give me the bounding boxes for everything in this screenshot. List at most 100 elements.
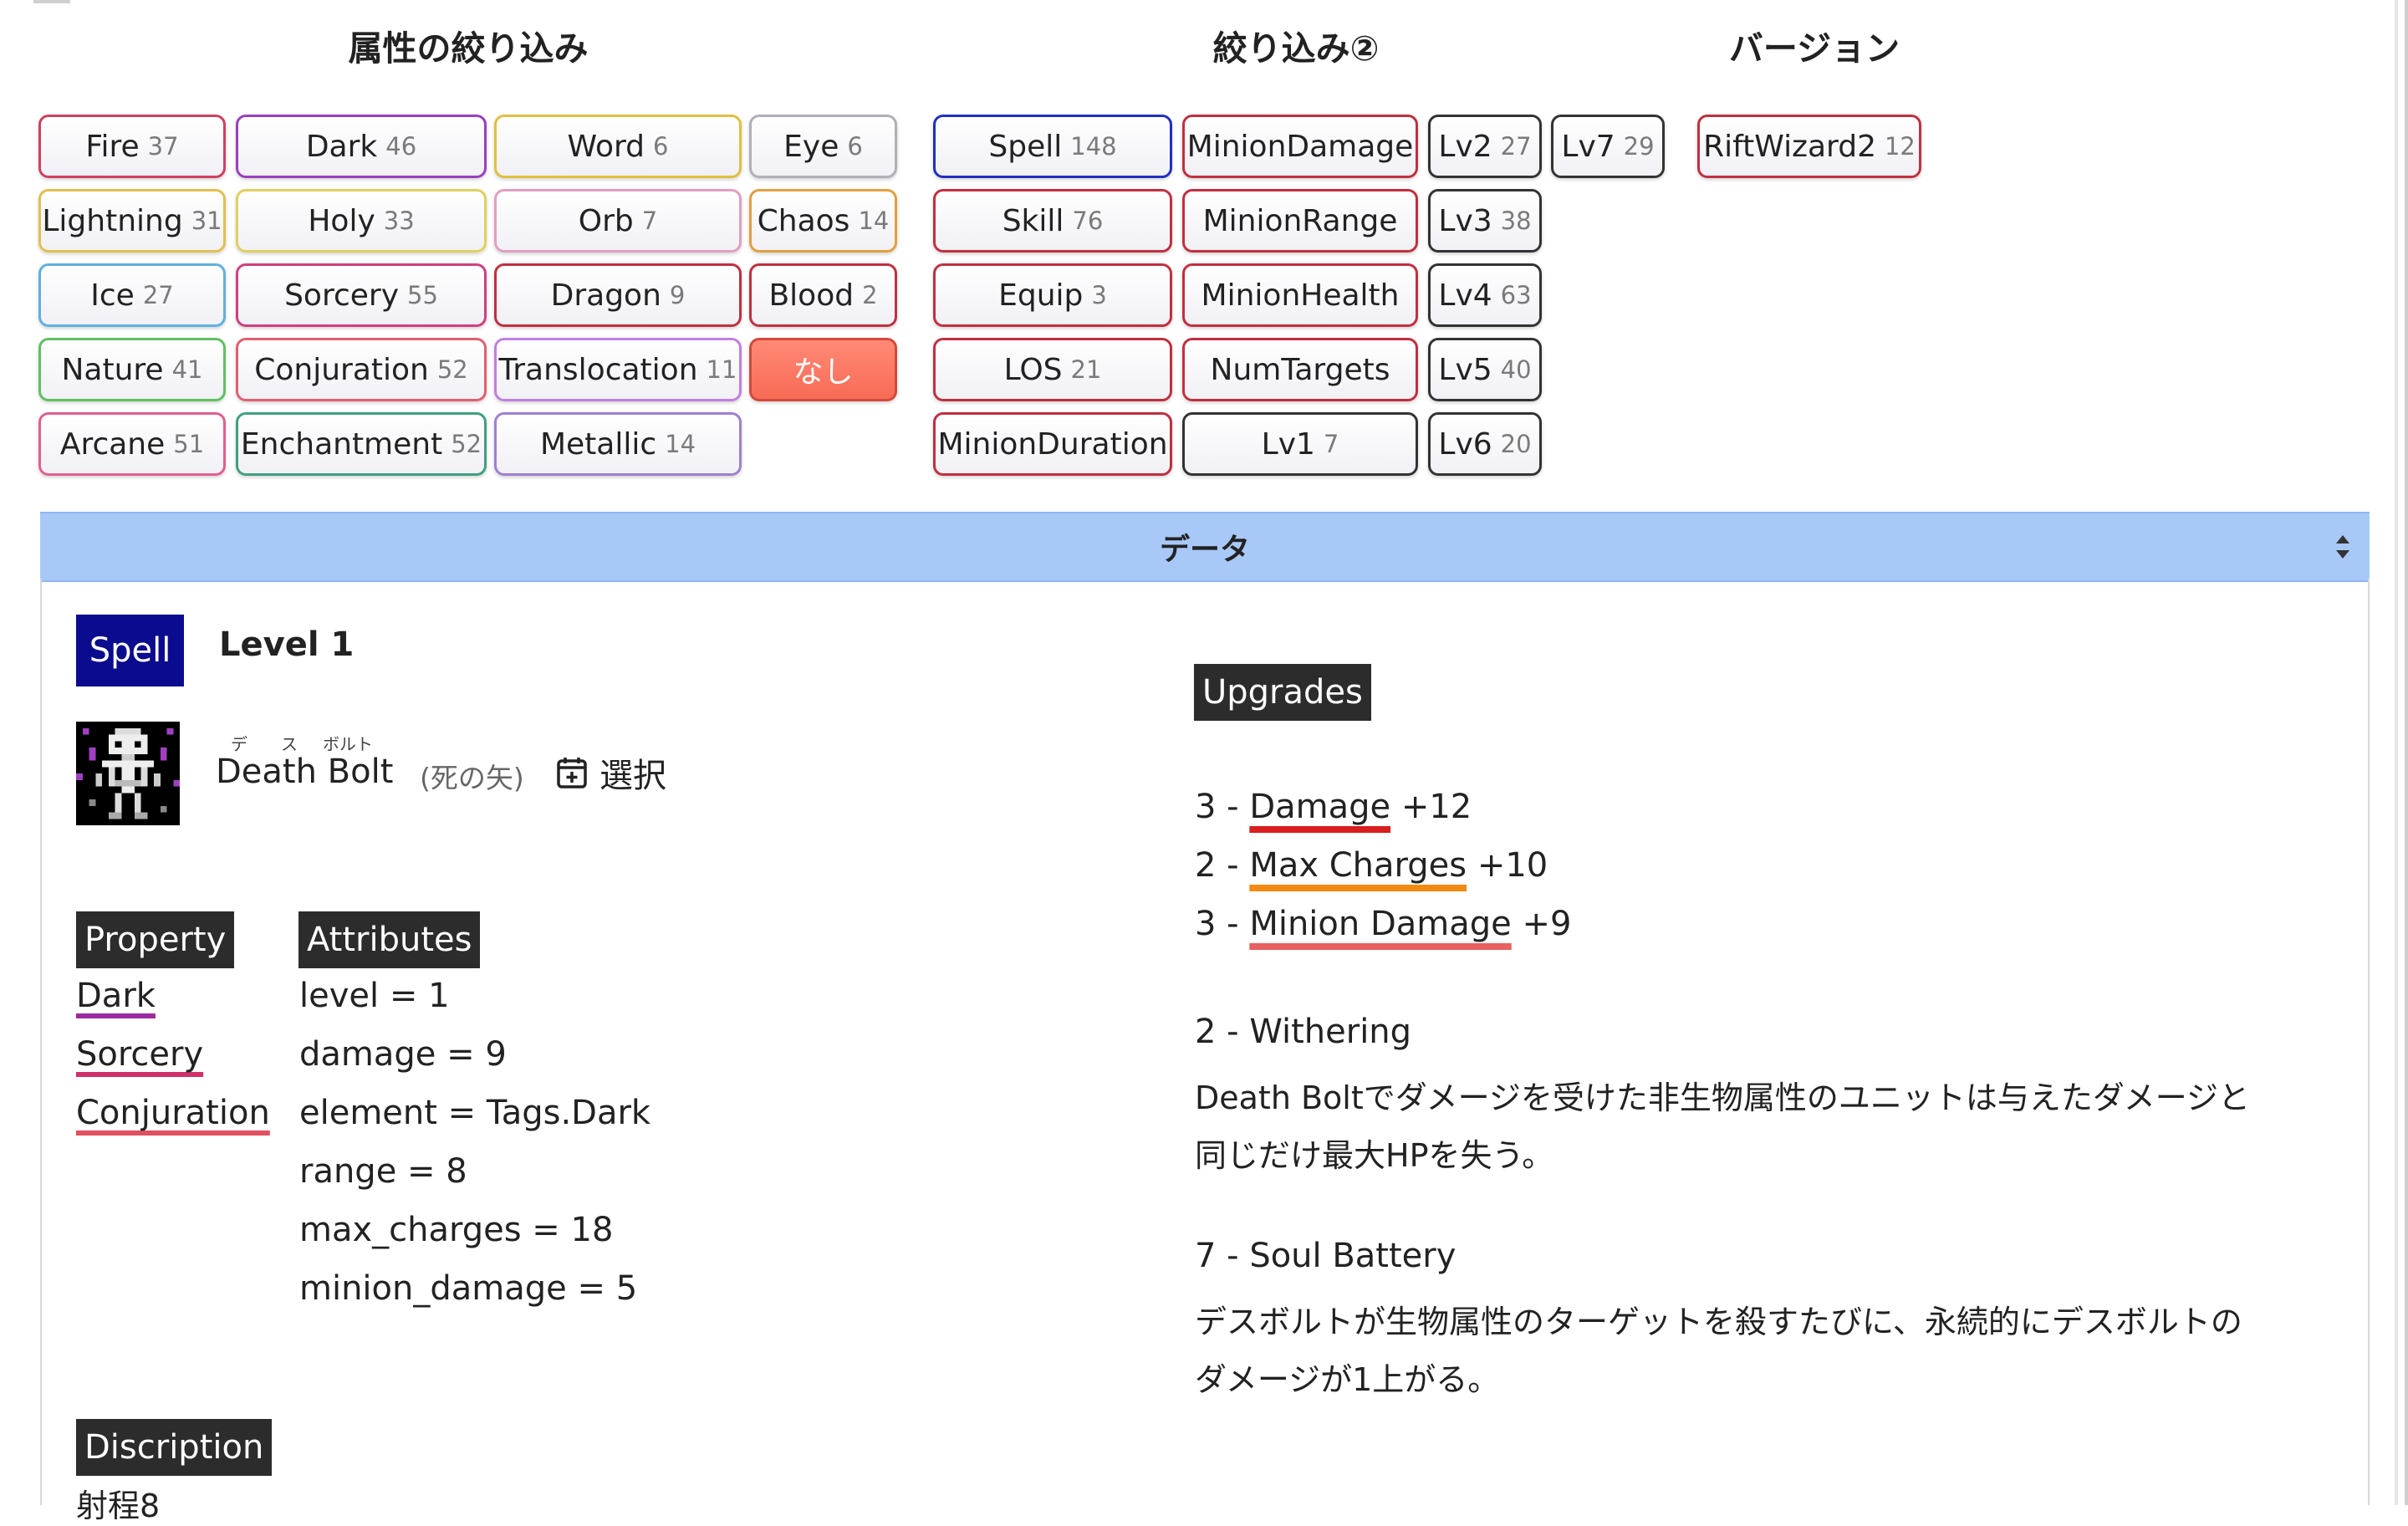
withering-title: 2 - Withering [1195, 1013, 1412, 1051]
upgrade-max-charges: 2 - Max Charges +10 [1195, 846, 1548, 885]
description-text: 射程8 [76, 1488, 161, 1524]
attribute-line: range = 8 [299, 1152, 467, 1191]
chip-label: Lv4 [1438, 278, 1492, 313]
attribute-chip-sorcery[interactable]: Sorcery 55 [236, 263, 487, 327]
upgrade-stat-link[interactable]: Max Charges [1249, 846, 1467, 885]
filter2-chip-lv4[interactable]: Lv4 63 [1428, 263, 1542, 327]
top-scroll-corner [33, 0, 70, 3]
property-header: Property [76, 911, 235, 968]
ruby-boruto: ボルト [323, 734, 373, 754]
attribute-chip-eye[interactable]: Eye 6 [749, 115, 897, 178]
chip-count: 2 [862, 281, 878, 309]
chip-label: RiftWizard2 [1703, 129, 1876, 164]
filter2-chip-minionrange[interactable]: MinionRange [1182, 189, 1418, 253]
upgrade-stat-link[interactable]: Damage [1249, 788, 1390, 826]
chip-label: Word [567, 129, 645, 164]
property-dark[interactable]: Dark [76, 977, 156, 1015]
attribute-line: max_charges = 18 [299, 1211, 614, 1249]
filter2-chip-lv3[interactable]: Lv3 38 [1428, 189, 1542, 253]
filter2-chip-numtargets[interactable]: NumTargets [1182, 338, 1418, 401]
filter2-chip-lv5[interactable]: Lv5 40 [1428, 338, 1542, 401]
upgrade-cost: 2 - [1195, 846, 1250, 885]
attribute-line: element = Tags.Dark [299, 1094, 651, 1132]
property-conjuration[interactable]: Conjuration [76, 1094, 270, 1132]
attribute-chip-fire[interactable]: Fire 37 [38, 115, 226, 178]
scrollbar-track[interactable] [2395, 0, 2398, 1505]
filter2-chip-minionduration[interactable]: MinionDuration [933, 412, 1172, 476]
chip-label: Holy [308, 203, 375, 238]
withering-line: Death Boltでダメージを受けた非生物属性のユニットは与えたダメージと [1195, 1079, 2250, 1116]
attribute-filter-title: 属性の絞り込み [348, 28, 589, 69]
attribute-chip-lightning[interactable]: Lightning 31 [38, 189, 226, 253]
attribute-chip-enchantment[interactable]: Enchantment 52 [236, 412, 487, 476]
property-sorcery[interactable]: Sorcery [76, 1035, 203, 1074]
attribute-chip-holy[interactable]: Holy 33 [236, 189, 487, 253]
attribute-chip-dark[interactable]: Dark 46 [236, 115, 487, 178]
attribute-chip-dragon[interactable]: Dragon 9 [494, 263, 742, 327]
chip-label: Skill [1002, 203, 1064, 238]
attribute-chip-なし[interactable]: なし [749, 338, 897, 401]
chip-label: Dark [305, 129, 378, 164]
chip-label: Blood [768, 278, 855, 313]
chip-count: 9 [669, 281, 686, 309]
data-section-header[interactable]: データ [40, 512, 2370, 582]
chip-count: 148 [1070, 132, 1117, 161]
upgrade-amount: +9 [1511, 905, 1572, 943]
chip-label: NumTargets [1210, 352, 1390, 387]
chip-label: Lv3 [1438, 203, 1492, 238]
attribute-chip-orb[interactable]: Orb 7 [494, 189, 742, 253]
upgrade-cost: 3 - [1195, 905, 1250, 943]
chip-label: Translocation [498, 352, 698, 387]
filter2-chip-skill[interactable]: Skill 76 [933, 189, 1172, 253]
attribute-chip-conjuration[interactable]: Conjuration 52 [236, 338, 487, 401]
chip-count: 46 [385, 132, 417, 161]
filter2-chip-minionhealth[interactable]: MinionHealth [1182, 263, 1418, 327]
chip-label: Enchantment [240, 426, 443, 462]
upgrade-minion-damage: 3 - Minion Damage +9 [1195, 905, 1571, 943]
window-edge [2405, 0, 2408, 1505]
attribute-chip-blood[interactable]: Blood 2 [749, 263, 897, 327]
chip-label: Eye [783, 129, 839, 164]
chip-count: 27 [1500, 132, 1532, 161]
chip-label: Lv2 [1438, 129, 1492, 164]
attributes-header: Attributes [298, 911, 481, 968]
chip-label: Ice [90, 278, 135, 313]
chip-label: Orb [578, 203, 634, 238]
filter2-chip-lv7[interactable]: Lv7 29 [1551, 115, 1665, 178]
chip-count: 37 [147, 132, 179, 161]
attribute-chip-metallic[interactable]: Metallic 14 [494, 412, 742, 476]
attribute-chip-arcane[interactable]: Arcane 51 [38, 412, 226, 476]
soul-battery-line: ダメージが1上がる。 [1195, 1361, 1500, 1398]
upgrade-amount: +10 [1467, 846, 1548, 885]
chip-count: 52 [451, 430, 482, 458]
attribute-chip-translocation[interactable]: Translocation 11 [494, 338, 742, 401]
filter2-chip-lv2[interactable]: Lv2 27 [1428, 115, 1542, 178]
chip-count: 52 [436, 355, 468, 384]
chip-count: 7 [641, 207, 658, 235]
filter2-chip-equip[interactable]: Equip 3 [933, 263, 1172, 327]
filter2-chip-lv6[interactable]: Lv6 20 [1428, 412, 1542, 476]
chip-count: 3 [1091, 281, 1107, 309]
chip-label: Nature [61, 352, 164, 387]
version-chip-riftwizard2[interactable]: RiftWizard2 12 [1697, 115, 1921, 178]
filter2-chip-spell[interactable]: Spell 148 [933, 115, 1172, 178]
chip-label: なし [793, 355, 854, 390]
chip-label: MinionDamage [1186, 129, 1414, 164]
chip-count: 51 [173, 430, 205, 458]
select-button[interactable]: 選択 [556, 749, 666, 796]
attribute-chip-ice[interactable]: Ice 27 [38, 263, 226, 327]
chip-label: Fire [85, 129, 140, 164]
upgrade-cost: 3 - [1195, 788, 1250, 826]
sort-toggle-icon[interactable] [2333, 532, 2353, 562]
attribute-chip-word[interactable]: Word 6 [494, 115, 742, 178]
filter2-chip-los[interactable]: LOS 21 [933, 338, 1172, 401]
attribute-chip-chaos[interactable]: Chaos 14 [749, 189, 897, 253]
ruby-de: デ [231, 734, 247, 754]
upgrade-stat-link[interactable]: Minion Damage [1249, 905, 1511, 943]
upgrade-damage: 3 - Damage +12 [1195, 788, 1472, 826]
filter2-chip-lv1[interactable]: Lv1 7 [1182, 412, 1418, 476]
filter2-chip-miniondamage[interactable]: MinionDamage [1182, 115, 1418, 178]
chip-count: 20 [1500, 430, 1532, 458]
withering-line: 同じだけ最大HPを失う。 [1195, 1137, 1554, 1174]
attribute-chip-nature[interactable]: Nature 41 [38, 338, 226, 401]
